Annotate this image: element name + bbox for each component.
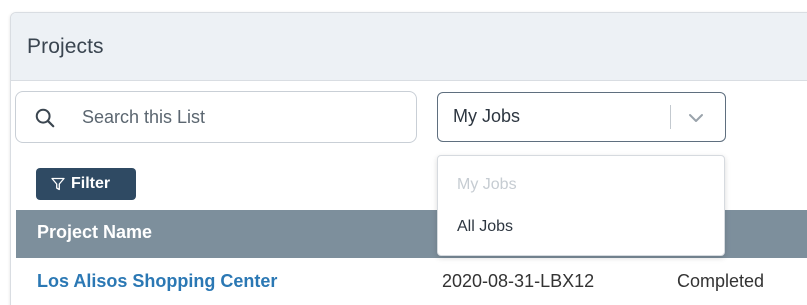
panel-header: Projects bbox=[11, 13, 807, 81]
menu-item-my-jobs: My Jobs bbox=[438, 164, 724, 208]
table-row[interactable]: Los Alisos Shopping Center 2020-08-31-LB… bbox=[16, 258, 807, 305]
page-title: Projects bbox=[27, 35, 104, 58]
filter-button-label: Filter bbox=[71, 175, 111, 192]
search-placeholder: Search this List bbox=[82, 107, 206, 127]
search-input[interactable]: Search this List bbox=[15, 91, 417, 143]
job-scope-select[interactable]: My Jobs bbox=[437, 92, 726, 142]
column-header-project-name[interactable]: Project Name bbox=[37, 222, 152, 243]
search-icon bbox=[35, 108, 55, 128]
project-status: Completed bbox=[677, 271, 765, 291]
project-name-link[interactable]: Los Alisos Shopping Center bbox=[37, 271, 277, 292]
filter-button[interactable]: Filter bbox=[36, 168, 136, 200]
project-number: 2020-08-31-LBX12 bbox=[442, 271, 595, 291]
select-separator bbox=[670, 105, 671, 129]
job-scope-dropdown-menu: My Jobs All Jobs bbox=[437, 155, 725, 256]
menu-item-label: All Jobs bbox=[457, 218, 514, 235]
filter-icon bbox=[51, 177, 65, 191]
chevron-down-icon[interactable] bbox=[686, 108, 706, 128]
select-value: My Jobs bbox=[453, 106, 521, 126]
menu-item-all-jobs[interactable]: All Jobs bbox=[438, 206, 724, 250]
menu-item-label: My Jobs bbox=[457, 176, 517, 193]
